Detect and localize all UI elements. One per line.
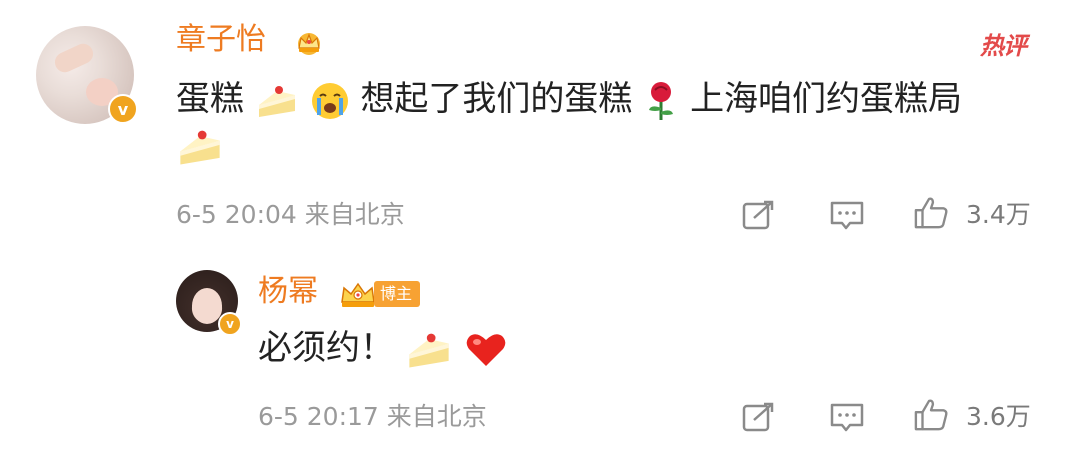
red-heart-emoji — [466, 333, 505, 366]
hot-comment-label: 热评 — [980, 32, 1027, 60]
avatar-hand — [51, 40, 97, 76]
comment-icon[interactable] — [828, 198, 866, 232]
crying-face-emoji — [311, 82, 348, 119]
share-icon[interactable] — [740, 400, 778, 434]
like-icon[interactable] — [912, 196, 950, 230]
like-count: 3.6万 — [966, 402, 1031, 431]
comment-text-part: 上海咱们约蛋糕局 — [690, 79, 963, 119]
comment-icon[interactable] — [828, 400, 866, 434]
reply-text-part: 必须约！ — [258, 328, 394, 368]
username[interactable]: 章子怡 — [176, 22, 266, 58]
comment-text-part: 蛋糕 — [176, 79, 244, 119]
cake-emoji — [180, 130, 220, 164]
share-icon[interactable] — [740, 198, 778, 232]
username[interactable]: 杨幂 — [258, 274, 318, 310]
blogger-badge: 博主 — [374, 281, 421, 307]
crown-icon — [341, 282, 375, 307]
cake-emoji — [258, 85, 295, 117]
like-icon[interactable] — [912, 398, 950, 432]
avatar-face — [192, 288, 222, 324]
rose-emoji — [649, 81, 674, 120]
comment-text-part: 想起了我们的蛋糕 — [360, 79, 633, 119]
comment-text: 蛋糕 想起了我们的蛋糕 上海咱们约蛋糕局 — [176, 76, 1056, 169]
verified-badge-icon: v — [108, 94, 138, 124]
reply-text: 必须约！ — [258, 325, 508, 372]
timestamp: 6-5 20:17 来自北京 — [258, 402, 487, 431]
crown-icon — [298, 33, 320, 55]
cake-emoji — [409, 333, 449, 367]
timestamp: 6-5 20:04 来自北京 — [176, 200, 405, 229]
like-count: 3.4万 — [966, 200, 1031, 229]
verified-badge-icon: v — [218, 312, 242, 336]
